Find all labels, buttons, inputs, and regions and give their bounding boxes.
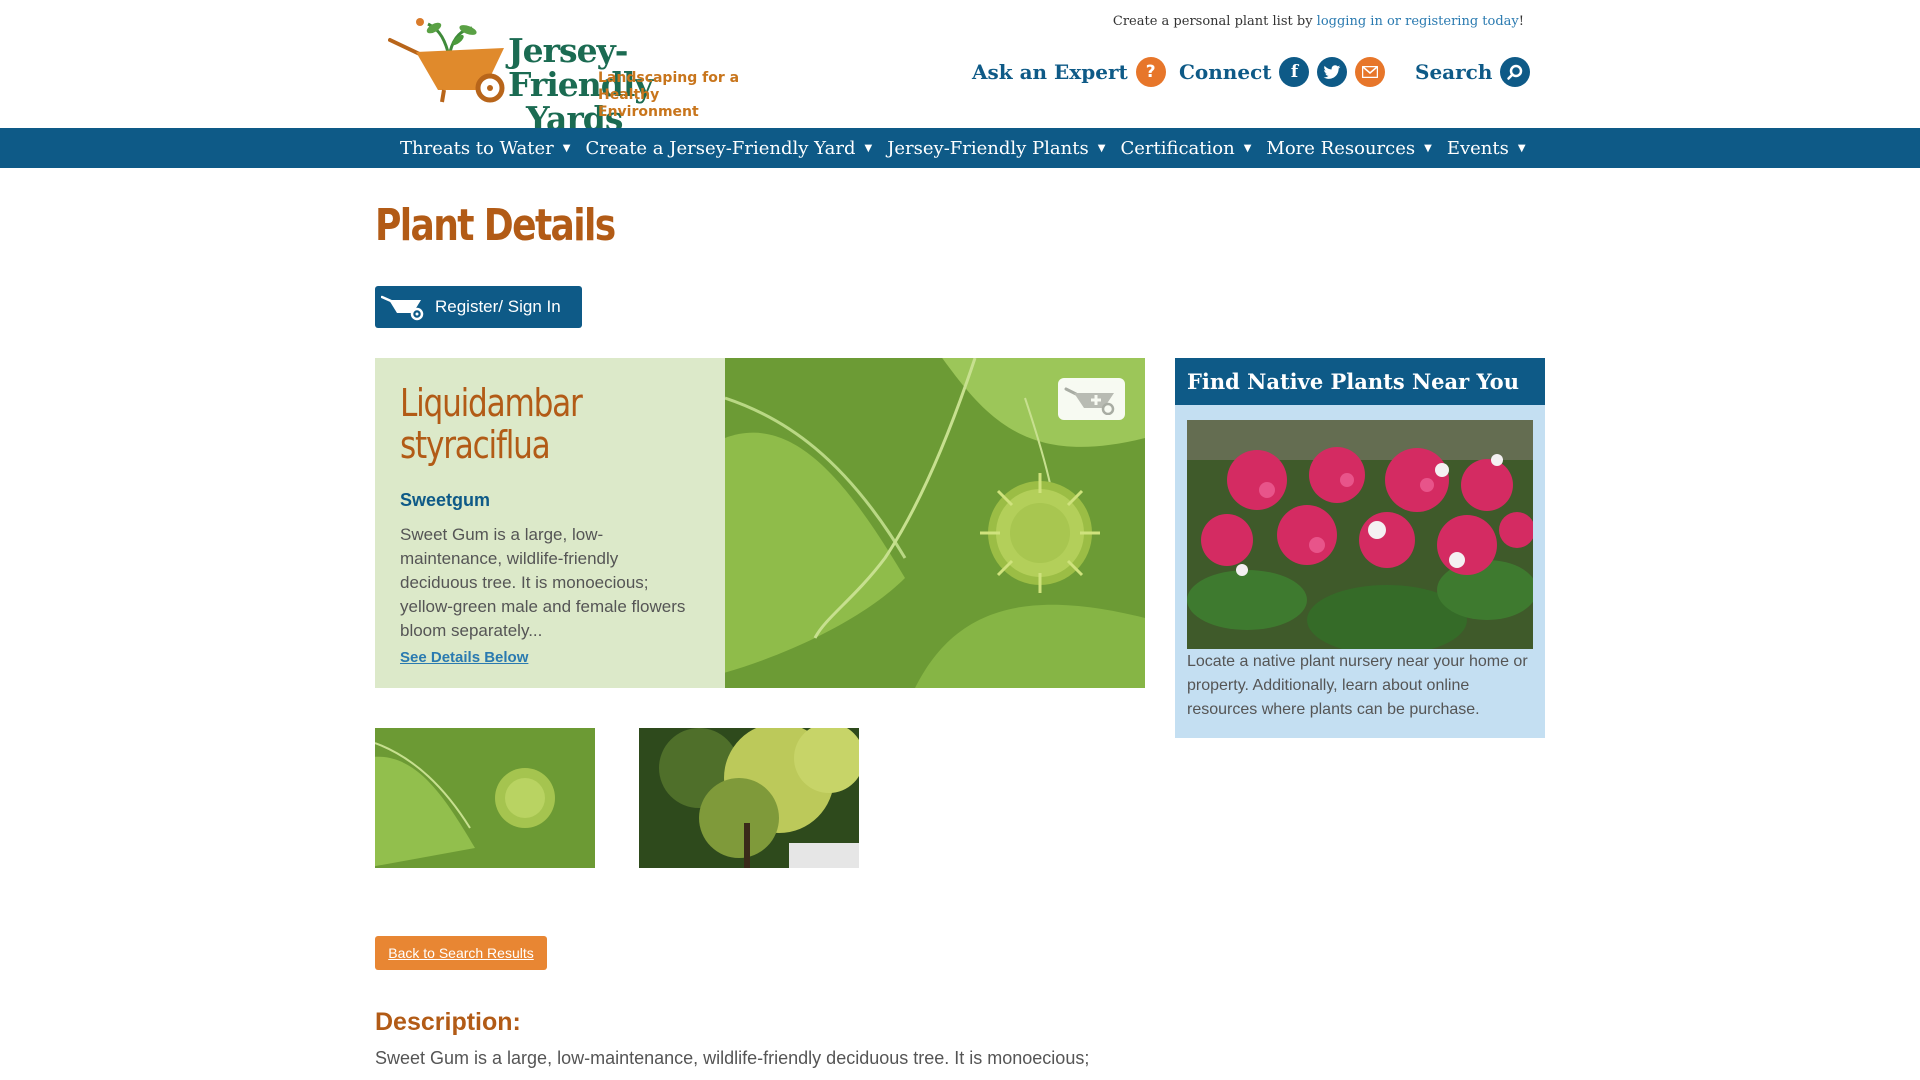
caret-down-icon: ▼ xyxy=(1097,142,1106,154)
wheelbarrow-add-icon xyxy=(1064,387,1114,415)
search-icon xyxy=(1500,57,1531,87)
connect-group: Connect f xyxy=(1179,56,1386,88)
facebook-icon[interactable]: f xyxy=(1279,57,1310,87)
plant-summary-card: Liquidambar styraciflua Sweetgum Sweet G… xyxy=(375,358,1145,688)
caret-down-icon: ▼ xyxy=(562,142,571,154)
search-link[interactable]: Search xyxy=(1415,56,1531,88)
plant-thumbnail-1[interactable] xyxy=(375,728,595,868)
register-sign-in-button[interactable]: Register/ Sign In xyxy=(375,286,582,328)
common-name: Sweetgum xyxy=(400,490,491,510)
page-title: Plant Details xyxy=(375,200,616,251)
plant-main-photo[interactable] xyxy=(725,358,1145,688)
description-text: Sweet Gum is a large, low-maintenance, w… xyxy=(375,1048,1090,1068)
logo-tagline-line1: Landscaping for a xyxy=(598,70,740,86)
site-header: Jersey-Friendly Yards Landscaping for a … xyxy=(0,0,1920,136)
find-native-plants-widget: Find Native Plants Near You Locate a nat… xyxy=(1175,358,1545,738)
question-icon: ? xyxy=(1135,57,1166,87)
nav-item-certification[interactable]: Certification ▼ xyxy=(1120,138,1251,159)
caret-down-icon: ▼ xyxy=(1243,142,1252,154)
short-description: Sweet Gum is a large, low-maintenance, w… xyxy=(400,525,686,640)
sidebar-text: Locate a native plant nursery near your … xyxy=(1187,653,1528,718)
sidebar-heading[interactable]: Find Native Plants Near You xyxy=(1175,358,1545,405)
description-heading: Description: xyxy=(375,1008,521,1036)
ask-expert-link[interactable]: Ask an Expert ? xyxy=(972,56,1166,88)
nav-item-more-resources[interactable]: More Resources ▼ xyxy=(1266,138,1431,159)
wheelbarrow-icon xyxy=(381,295,424,321)
personal-list-prompt: Create a personal plant list by logging … xyxy=(1112,14,1524,29)
sidebar-flower-photo[interactable] xyxy=(1187,420,1533,649)
logo-tagline-line2: Healthy Environment xyxy=(598,87,699,120)
plant-info-panel: Liquidambar styraciflua Sweetgum Sweet G… xyxy=(375,358,725,688)
login-register-link[interactable]: logging in or registering today xyxy=(1317,14,1519,29)
scientific-name: Liquidambar styraciflua xyxy=(400,381,583,467)
nav-item-events[interactable]: Events ▼ xyxy=(1447,138,1526,159)
nav-item-threats-to-water[interactable]: Threats to Water ▼ xyxy=(400,138,570,159)
see-details-link[interactable]: See Details Below xyxy=(400,649,528,666)
email-icon[interactable] xyxy=(1355,57,1386,87)
back-to-search-results-button[interactable]: Back to Search Results xyxy=(375,936,547,970)
site-logo[interactable]: Jersey-Friendly Yards Landscaping for a … xyxy=(388,14,748,136)
main-navigation: Threats to Water ▼ Create a Jersey-Friend… xyxy=(0,128,1920,168)
caret-down-icon: ▼ xyxy=(1424,142,1432,154)
caret-down-icon: ▼ xyxy=(864,142,873,154)
nav-item-plants[interactable]: Jersey-Friendly Plants ▼ xyxy=(887,138,1105,159)
nav-item-create-yard[interactable]: Create a Jersey-Friendly Yard ▼ xyxy=(585,138,872,159)
caret-down-icon: ▼ xyxy=(1517,142,1526,154)
twitter-icon[interactable] xyxy=(1317,57,1348,87)
add-to-list-button[interactable] xyxy=(1058,378,1125,420)
plant-thumbnail-2[interactable] xyxy=(639,728,859,868)
